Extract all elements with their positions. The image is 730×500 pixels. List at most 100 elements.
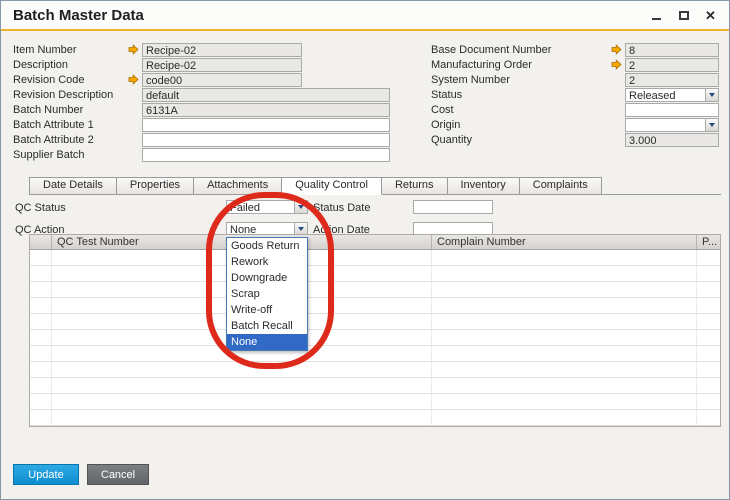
table-row[interactable] (30, 378, 720, 394)
table-cell (432, 314, 697, 329)
base-document-number-field[interactable]: 8 (625, 43, 719, 57)
manufacturing-order-label: Manufacturing Order (431, 59, 611, 71)
tab-quality-control[interactable]: Quality Control (281, 177, 382, 195)
table-row[interactable] (30, 266, 720, 282)
qc-status-select[interactable]: Failed (226, 200, 308, 214)
manufacturing-order-link-arrow[interactable] (611, 59, 625, 70)
close-button[interactable]: ✕ (704, 9, 717, 22)
cost-row: Cost (431, 102, 719, 117)
status-dropdown-arrow-icon[interactable] (705, 89, 718, 101)
table-row[interactable] (30, 298, 720, 314)
maximize-button[interactable] (677, 9, 690, 22)
dropdown-option[interactable]: Batch Recall (227, 318, 307, 334)
item-number-field[interactable]: Recipe-02 (142, 43, 302, 57)
supplier-batch-row: Supplier Batch (13, 147, 391, 162)
table-row[interactable] (30, 362, 720, 378)
base-document-link-arrow[interactable] (611, 44, 625, 55)
table-row[interactable] (30, 394, 720, 410)
status-label: Status (431, 89, 611, 101)
dropdown-option[interactable]: Rework (227, 254, 307, 270)
batch-number-field[interactable]: 6131A (142, 103, 390, 117)
cost-label: Cost (431, 104, 611, 116)
supplier-batch-field[interactable] (142, 148, 390, 162)
revision-code-field[interactable]: code00 (142, 73, 302, 87)
qc-status-select-value: Failed (227, 201, 294, 213)
revision-code-link-arrow[interactable] (128, 74, 142, 85)
dropdown-option[interactable]: Downgrade (227, 270, 307, 286)
batch-attribute-2-field[interactable] (142, 133, 390, 147)
system-number-row: System Number 2 (431, 72, 719, 87)
table-header: QC Test Number Complain Number P... (30, 235, 720, 250)
table-cell (432, 394, 697, 409)
base-document-number-label: Base Document Number (431, 44, 611, 56)
table-row[interactable] (30, 282, 720, 298)
tab-returns[interactable]: Returns (381, 177, 448, 195)
tab-attachments[interactable]: Attachments (193, 177, 282, 195)
table-row[interactable] (30, 410, 720, 426)
batch-attribute-1-field[interactable] (142, 118, 390, 132)
tab-properties[interactable]: Properties (116, 177, 194, 195)
revision-code-row: Revision Code code00 (13, 72, 391, 87)
table-cell (697, 250, 720, 265)
batch-attribute-1-row: Batch Attribute 1 (13, 117, 391, 132)
batch-attribute-2-label: Batch Attribute 2 (13, 134, 128, 146)
update-button[interactable]: Update (13, 464, 79, 485)
quantity-row: Quantity 3.000 (431, 132, 719, 147)
description-field[interactable]: Recipe-02 (142, 58, 302, 72)
minimize-button[interactable] (650, 9, 663, 22)
table-cell (697, 394, 720, 409)
table-cell (432, 378, 697, 393)
cancel-button[interactable]: Cancel (87, 464, 149, 485)
form-left: Item Number Recipe-02 Description Recipe… (13, 42, 391, 162)
table-cell (30, 394, 52, 409)
dropdown-option[interactable]: Scrap (227, 286, 307, 302)
table-row[interactable] (30, 250, 720, 266)
quantity-field[interactable]: 3.000 (625, 133, 719, 147)
complain-number-column-header[interactable]: Complain Number (432, 235, 697, 249)
table-cell (697, 362, 720, 377)
table-body (30, 250, 720, 426)
origin-select-value (626, 119, 705, 131)
dropdown-option-selected[interactable]: None (227, 334, 307, 350)
status-date-label: Status Date (313, 202, 370, 214)
truncated-column-header[interactable]: P... (697, 235, 720, 249)
status-select-value: Released (626, 89, 705, 101)
tab-strip: Date Details Properties Attachments Qual… (29, 177, 721, 195)
tab-inventory[interactable]: Inventory (447, 177, 520, 195)
revision-description-field[interactable]: default (142, 88, 390, 102)
tab-complaints[interactable]: Complaints (519, 177, 602, 195)
table-cell (30, 362, 52, 377)
item-number-link-arrow[interactable] (128, 44, 142, 55)
cost-field[interactable] (625, 103, 719, 117)
qc-status-dropdown-arrow-icon[interactable] (294, 201, 307, 213)
table-cell (697, 410, 720, 425)
titlebar[interactable]: Batch Master Data ✕ (1, 1, 729, 31)
link-arrow-icon (611, 59, 622, 70)
origin-row: Origin (431, 117, 719, 132)
origin-label: Origin (431, 119, 611, 131)
table-row[interactable] (30, 346, 720, 362)
table-cell (432, 346, 697, 361)
dropdown-option[interactable]: Write-off (227, 302, 307, 318)
table-cell (697, 378, 720, 393)
batch-master-data-window: Batch Master Data ✕ Item Number Recipe-0… (0, 0, 730, 500)
description-row: Description Recipe-02 (13, 57, 391, 72)
table-cell (697, 330, 720, 345)
table-cell (432, 298, 697, 313)
table-row[interactable] (30, 314, 720, 330)
revision-description-label: Revision Description (13, 89, 128, 101)
tab-date-details[interactable]: Date Details (29, 177, 117, 195)
batch-number-row: Batch Number 6131A (13, 102, 391, 117)
origin-dropdown-arrow-icon[interactable] (705, 119, 718, 131)
manufacturing-order-field[interactable]: 2 (625, 58, 719, 72)
table-row[interactable] (30, 330, 720, 346)
status-select[interactable]: Released (625, 88, 719, 102)
table-cell (697, 298, 720, 313)
manufacturing-order-row: Manufacturing Order 2 (431, 57, 719, 72)
system-number-field[interactable]: 2 (625, 73, 719, 87)
status-date-field[interactable] (413, 200, 493, 214)
batch-attribute-2-row: Batch Attribute 2 (13, 132, 391, 147)
batch-attribute-1-label: Batch Attribute 1 (13, 119, 128, 131)
origin-select[interactable] (625, 118, 719, 132)
dropdown-option[interactable]: Goods Return (227, 238, 307, 254)
